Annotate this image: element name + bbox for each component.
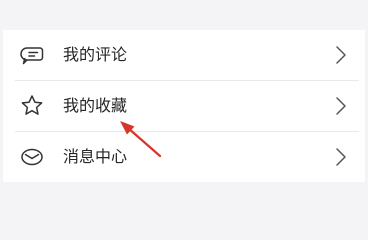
comment-icon xyxy=(19,42,45,68)
menu-item-my-favorites[interactable]: 我的收藏 xyxy=(3,81,365,132)
chevron-right-icon xyxy=(335,45,347,65)
menu-item-label: 我的评论 xyxy=(63,45,128,64)
menu-item-label: 我的收藏 xyxy=(63,96,128,115)
menu-item-my-comments[interactable]: 我的评论 xyxy=(3,30,365,81)
menu-item-message-center[interactable]: 消息中心 xyxy=(3,132,365,182)
chevron-right-icon xyxy=(335,147,347,167)
menu-list: 我的评论 我的收藏 消息中心 xyxy=(3,30,365,182)
menu-item-label: 消息中心 xyxy=(63,147,128,166)
star-icon xyxy=(19,93,45,119)
chevron-right-icon xyxy=(335,96,347,116)
envelope-icon xyxy=(19,144,45,170)
